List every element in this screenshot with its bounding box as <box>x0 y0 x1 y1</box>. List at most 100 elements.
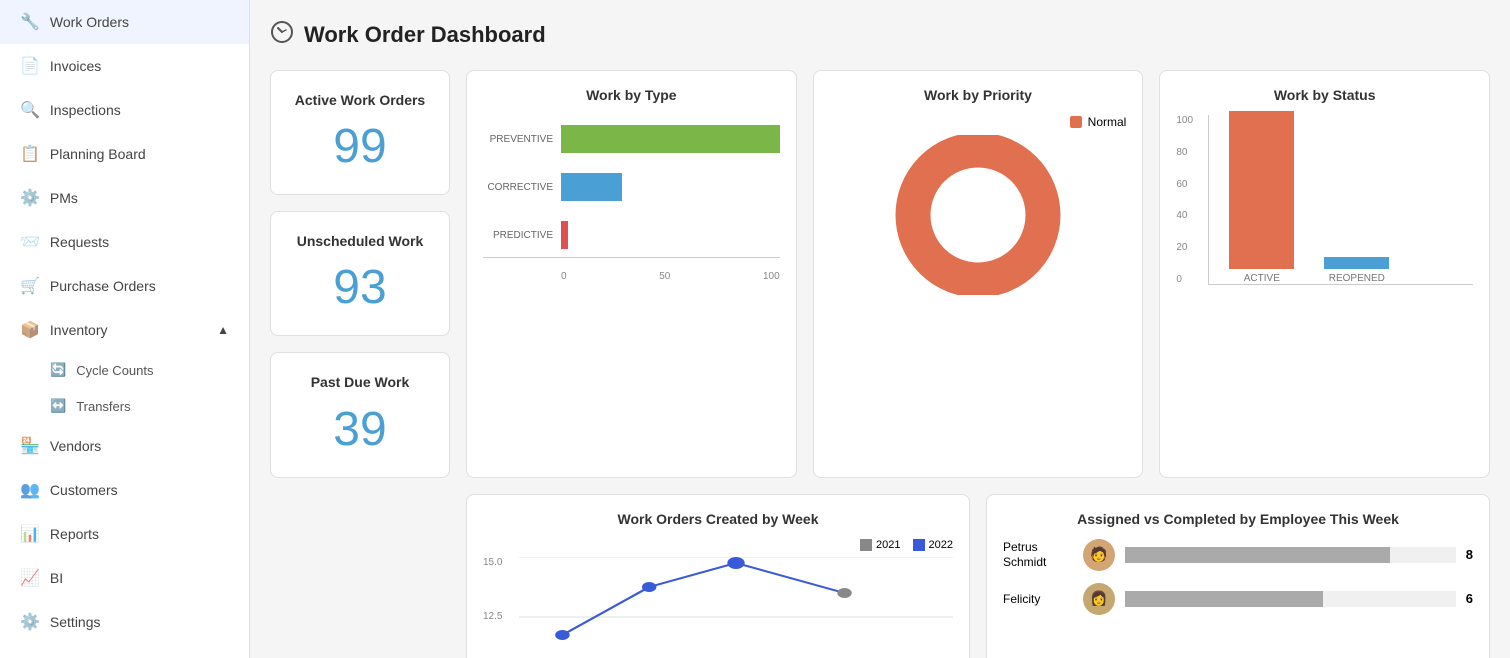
y-label-0: 0 <box>1176 274 1193 285</box>
bar-row-preventive: PREVENTIVE <box>483 125 780 153</box>
unscheduled-work-label: Unscheduled Work <box>291 232 429 250</box>
sidebar-item-vendors[interactable]: 🏪 Vendors <box>0 424 249 468</box>
v-bar-col-reopened: REOPENED <box>1324 257 1389 284</box>
sidebar-item-cycle-counts[interactable]: 🔄 Cycle Counts <box>0 352 249 388</box>
donut-chart <box>893 135 1063 295</box>
sidebar-item-pms[interactable]: ⚙️ PMs <box>0 176 249 220</box>
v-bar-label-active: ACTIVE <box>1244 273 1280 284</box>
legend-dot-2022 <box>913 539 925 551</box>
y-label-60: 60 <box>1176 179 1193 190</box>
customers-icon: 👥 <box>20 480 40 500</box>
sidebar-item-transfers[interactable]: ↔️ Transfers <box>0 388 249 424</box>
active-work-orders-card[interactable]: Active Work Orders 99 <box>270 70 450 195</box>
main-content: Work Order Dashboard Active Work Orders … <box>250 0 1510 658</box>
line-chart-svg <box>519 557 953 658</box>
unscheduled-work-value: 93 <box>291 260 429 315</box>
sidebar-item-label: PMs <box>50 190 78 206</box>
pms-icon: ⚙️ <box>20 188 40 208</box>
sidebar-item-settings[interactable]: ⚙️ Settings <box>0 600 249 644</box>
purchase-orders-icon: 🛒 <box>20 276 40 296</box>
legend-2021: 2021 <box>860 539 900 551</box>
sidebar-item-label: Planning Board <box>50 146 146 162</box>
bar-container-predictive <box>561 221 780 249</box>
sidebar-item-label: BI <box>50 570 63 586</box>
bar-row-predictive: PREDICTIVE <box>483 221 780 249</box>
reports-icon: 📊 <box>20 524 40 544</box>
sidebar-item-inventory[interactable]: 📦 Inventory ▲ <box>0 308 249 352</box>
v-bar-label-reopened: REOPENED <box>1329 273 1385 284</box>
employee-bar-felicity <box>1125 591 1323 607</box>
bar-label-predictive: PREDICTIVE <box>483 230 553 241</box>
employee-bar-petrus <box>1125 547 1390 563</box>
vendors-icon: 🏪 <box>20 436 40 456</box>
v-bar-active <box>1229 111 1294 269</box>
sidebar-item-label: Work Orders <box>50 14 129 30</box>
legend-dot-normal <box>1070 116 1082 128</box>
bar-label-preventive: PREVENTIVE <box>483 134 553 145</box>
y-axis-labels: 100 80 60 40 20 0 <box>1176 115 1193 285</box>
employee-count-petrus: 8 <box>1466 547 1473 562</box>
employee-count-felicity: 6 <box>1466 591 1473 606</box>
legend-label-2022: 2022 <box>929 539 953 551</box>
bi-icon: 📈 <box>20 568 40 588</box>
bar-container-preventive <box>561 125 780 153</box>
settings-icon: ⚙️ <box>20 612 40 632</box>
legend-2022: 2022 <box>913 539 953 551</box>
sidebar-item-requests[interactable]: 📨 Requests <box>0 220 249 264</box>
unscheduled-work-card[interactable]: Unscheduled Work 93 <box>270 211 450 336</box>
assigned-vs-completed-card: Assigned vs Completed by Employee This W… <box>986 494 1490 658</box>
employee-row-felicity: Felicity 👩 6 <box>1003 583 1473 615</box>
sidebar-item-label: Reports <box>50 526 99 542</box>
sidebar-item-planning-board[interactable]: 📋 Planning Board <box>0 132 249 176</box>
work-by-status-card: Work by Status 100 80 60 40 20 0 ACTIVE <box>1159 70 1490 478</box>
line-chart-area: 15.0 12.5 10.0 <box>483 557 953 658</box>
invoices-icon: 📄 <box>20 56 40 76</box>
inspections-icon: 🔍 <box>20 100 40 120</box>
work-orders-icon: 🔧 <box>20 12 40 32</box>
sidebar-item-label: Inventory <box>50 322 108 338</box>
x-label-100: 100 <box>763 271 780 282</box>
work-by-status-title: Work by Status <box>1176 87 1473 103</box>
employee-avatar-petrus: 🧑 <box>1083 539 1115 571</box>
sidebar-item-customers[interactable]: 👥 Customers <box>0 468 249 512</box>
work-orders-by-week-card: Work Orders Created by Week 2021 2022 15… <box>466 494 970 658</box>
bar-corrective <box>561 173 622 201</box>
employee-bar-felicity-container <box>1125 591 1456 607</box>
active-work-orders-value: 99 <box>291 119 429 174</box>
bar-container-corrective <box>561 173 780 201</box>
y-label-20: 20 <box>1176 242 1193 253</box>
sidebar-item-inspections[interactable]: 🔍 Inspections <box>0 88 249 132</box>
stat-cards-column: Active Work Orders 99 Unscheduled Work 9… <box>270 70 450 478</box>
y-label-100: 100 <box>1176 115 1193 126</box>
requests-icon: 📨 <box>20 232 40 252</box>
x-label-50: 50 <box>659 271 670 282</box>
page-header: Work Order Dashboard <box>270 20 1490 50</box>
sidebar-item-reports[interactable]: 📊 Reports <box>0 512 249 556</box>
work-by-priority-card: Work by Priority Normal <box>813 70 1144 478</box>
x-label-0: 0 <box>561 271 567 282</box>
sidebar-item-label: Settings <box>50 614 101 630</box>
inventory-icon: 📦 <box>20 320 40 340</box>
dashboard-icon <box>270 20 294 50</box>
work-by-type-title: Work by Type <box>483 87 780 103</box>
v-bar-col-active: ACTIVE <box>1229 111 1294 284</box>
chevron-up-icon: ▲ <box>217 323 229 337</box>
sidebar-item-bi[interactable]: 📈 BI <box>0 556 249 600</box>
sidebar-item-label: Inspections <box>50 102 121 118</box>
employee-bar-petrus-container <box>1125 547 1456 563</box>
past-due-work-card[interactable]: Past Due Work 39 <box>270 352 450 477</box>
y-label-40: 40 <box>1176 210 1193 221</box>
y-label-80: 80 <box>1176 147 1193 158</box>
sidebar-item-work-orders[interactable]: 🔧 Work Orders <box>0 0 249 44</box>
bar-label-corrective: CORRECTIVE <box>483 182 553 193</box>
sidebar-item-purchase-orders[interactable]: 🛒 Purchase Orders <box>0 264 249 308</box>
past-due-work-value: 39 <box>291 402 429 457</box>
transfers-icon: ↔️ <box>50 398 66 414</box>
employee-row-petrus: PetrusSchmidt 🧑 8 <box>1003 539 1473 571</box>
legend-label-normal: Normal <box>1088 115 1127 129</box>
planning-board-icon: 📋 <box>20 144 40 164</box>
bar-preventive <box>561 125 780 153</box>
sidebar-item-label: Invoices <box>50 58 101 74</box>
sidebar-item-invoices[interactable]: 📄 Invoices <box>0 44 249 88</box>
sidebar-sub-item-label: Transfers <box>76 399 130 414</box>
